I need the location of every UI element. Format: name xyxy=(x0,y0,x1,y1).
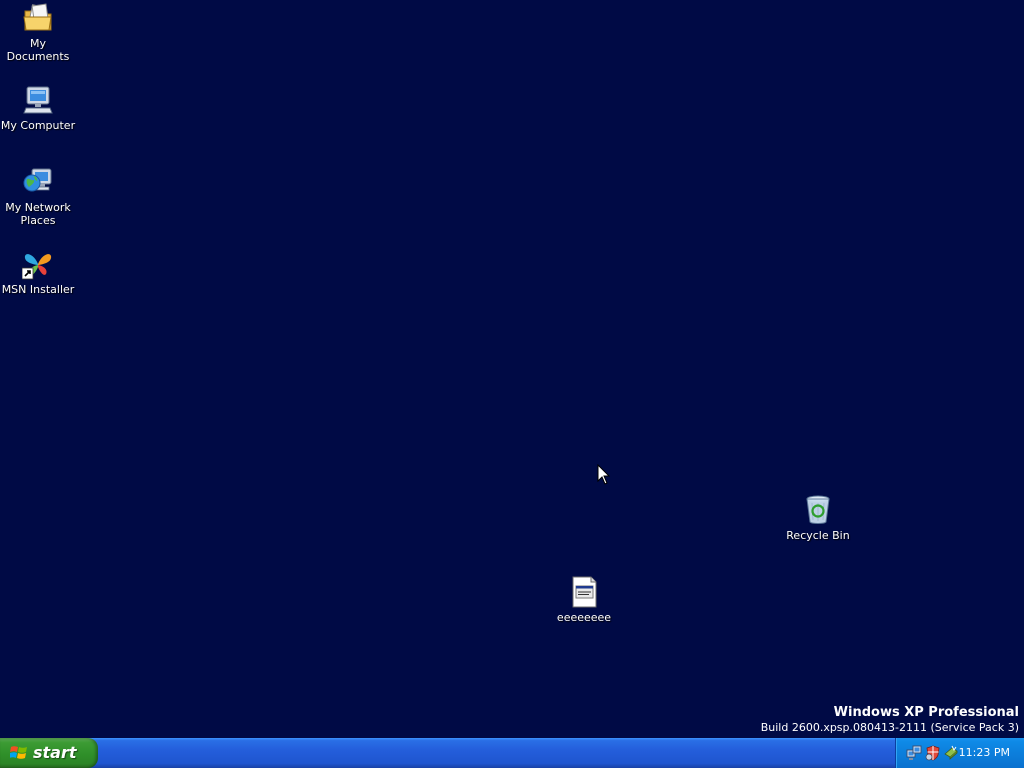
taskbar-clock[interactable]: 11:23 PM xyxy=(959,746,1010,760)
my-documents-icon xyxy=(22,2,54,34)
os-edition-text: Windows XP Professional xyxy=(833,705,1019,720)
my-computer-icon xyxy=(22,84,54,116)
desktop-icon-msn-installer[interactable]: MSN Installer xyxy=(0,248,76,296)
desktop-icon-my-network-places[interactable]: My Network Places xyxy=(0,166,76,227)
start-button[interactable]: start xyxy=(0,738,98,768)
desktop-icon-my-documents[interactable]: My Documents xyxy=(0,2,76,63)
desktop-icon-label: My Documents xyxy=(6,37,70,63)
start-button-label: start xyxy=(33,743,77,762)
firewall-shield-icon[interactable] xyxy=(925,745,941,761)
desktop-icon-label: MSN Installer xyxy=(1,283,75,296)
desktop-icon-label: My Computer xyxy=(0,119,76,132)
text-file-icon xyxy=(568,576,600,608)
desktop-icon-label: Recycle Bin xyxy=(786,529,850,542)
network-connections-icon[interactable] xyxy=(906,745,922,761)
desktop-icon-label: eeeeeeee xyxy=(556,611,612,624)
mouse-cursor-icon xyxy=(597,463,611,486)
msn-butterfly-icon xyxy=(21,248,54,280)
desktop-icon-label: My Network Places xyxy=(5,201,71,227)
os-version-watermark: Windows XP Professional Build 2600.xpsp.… xyxy=(761,704,1019,735)
network-places-icon xyxy=(22,166,54,198)
os-build-text: Build 2600.xpsp.080413-2111 (Service Pac… xyxy=(760,721,1019,734)
windows-flag-icon xyxy=(9,745,28,761)
taskbar[interactable]: start 11:23 PM xyxy=(0,738,1024,768)
desktop-icon-recycle-bin[interactable]: Recycle Bin xyxy=(780,494,856,542)
recycle-bin-icon xyxy=(802,494,834,526)
desktop-icon-my-computer[interactable]: My Computer xyxy=(0,84,76,132)
desktop-icon-text-file[interactable]: eeeeeeee xyxy=(546,576,622,624)
system-tray: 11:23 PM xyxy=(895,738,1024,768)
safely-remove-hardware-icon[interactable] xyxy=(943,745,959,761)
desktop[interactable]: My Documents My Computer My Network Plac… xyxy=(0,0,1024,738)
